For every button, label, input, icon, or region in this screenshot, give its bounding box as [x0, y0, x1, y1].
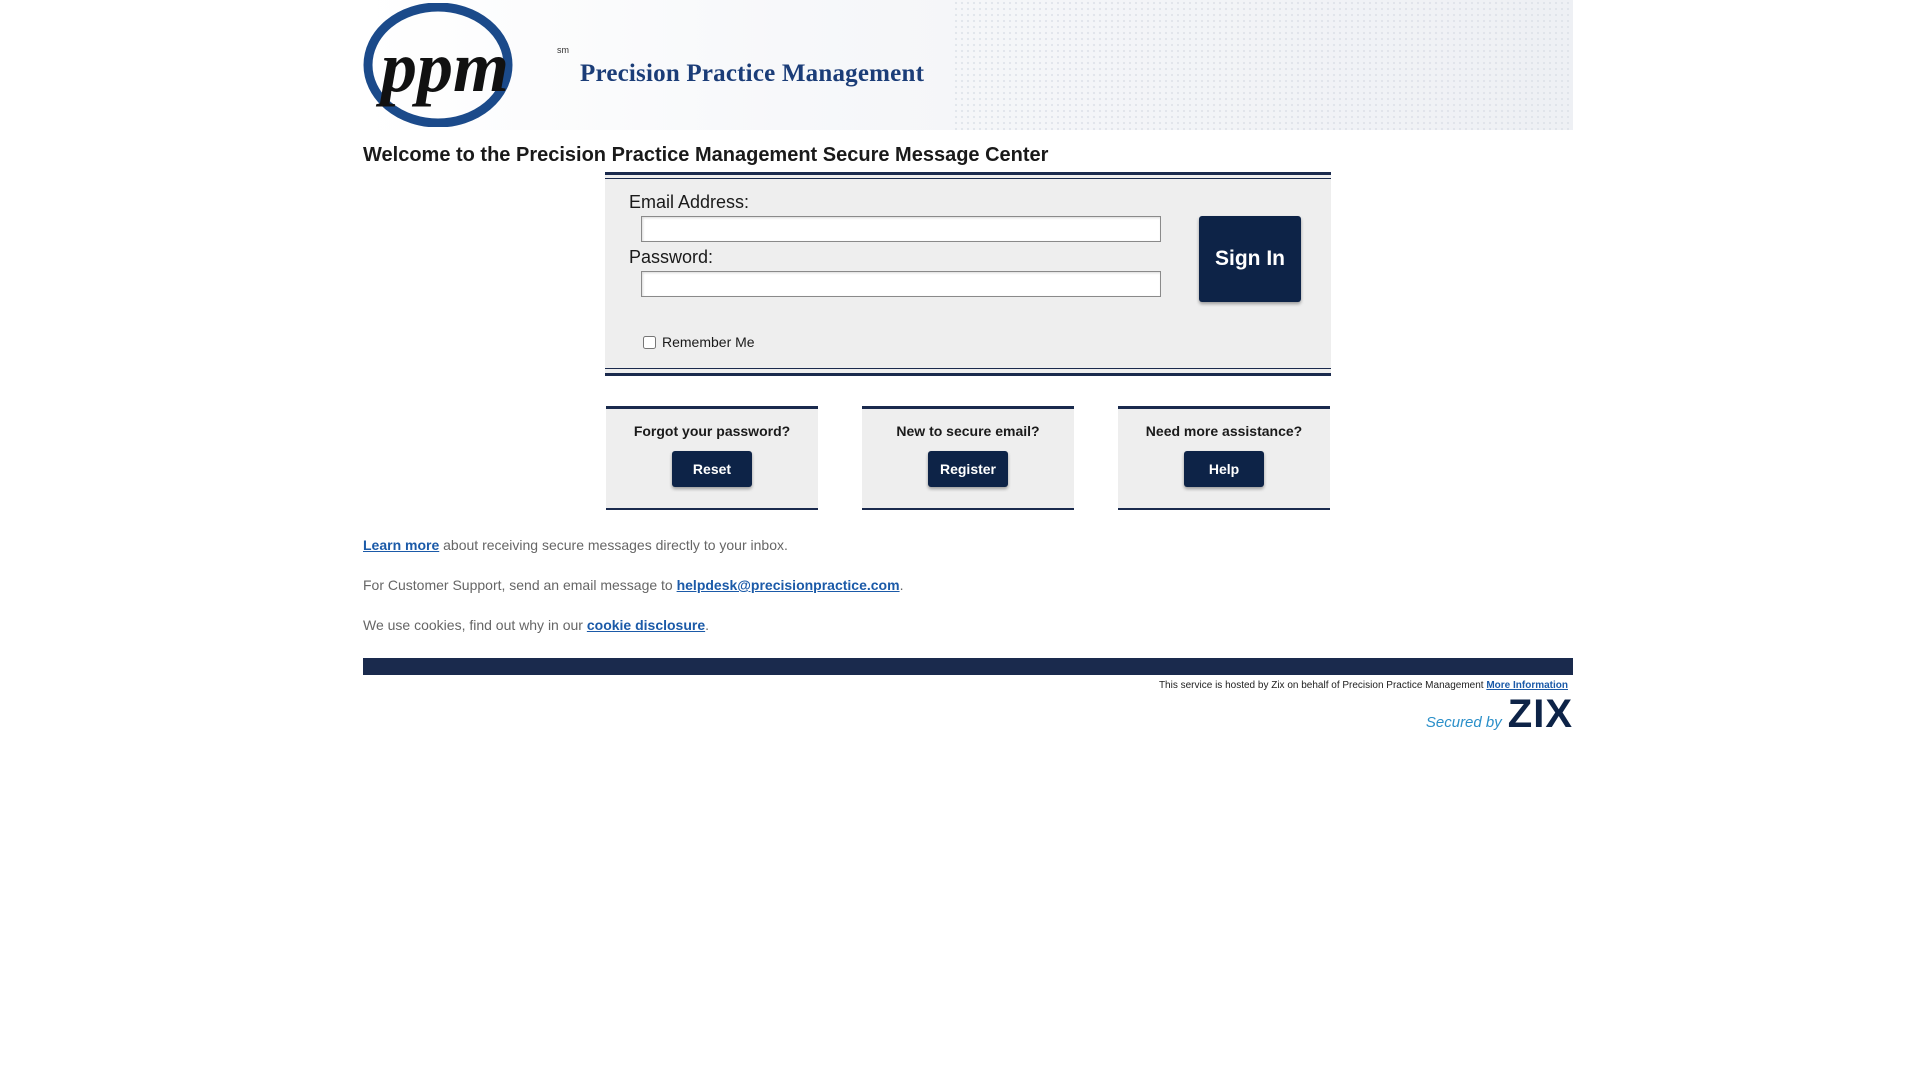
- support-text: For Customer Support, send an email mess…: [363, 577, 677, 593]
- learn-more-line: Learn more about receiving secure messag…: [363, 537, 788, 553]
- help-box: Need more assistance? Help: [1118, 406, 1330, 510]
- page-title: Welcome to the Precision Practice Manage…: [363, 144, 1049, 166]
- support-end: .: [899, 577, 904, 593]
- header-banner: ppm sm Precision Practice Management: [363, 0, 1573, 130]
- panel-top-rule-thin: [605, 178, 1331, 179]
- password-field[interactable]: [641, 271, 1161, 297]
- hosted-notice: This service is hosted by Zix on behalf …: [1159, 680, 1568, 691]
- cookie-disclosure-link[interactable]: cookie disclosure: [587, 617, 705, 633]
- learn-more-link[interactable]: Learn more: [363, 537, 439, 553]
- remember-me-row: Remember Me: [643, 334, 755, 350]
- panel-top-rule: [605, 172, 1331, 175]
- secured-by-zix-logo: Secured by ZIX: [1426, 694, 1573, 734]
- page-wrapper: ppm sm Precision Practice Management Wel…: [363, 0, 1573, 734]
- password-label: Password:: [629, 247, 714, 267]
- login-panel: Email Address: Password: Sign In Remembe…: [605, 172, 1331, 376]
- forgot-password-box: Forgot your password? Reset: [606, 406, 818, 510]
- header-pattern: [953, 0, 1573, 130]
- brand-name: Precision Practice Management: [580, 60, 925, 87]
- logo-service-mark: sm: [557, 45, 569, 55]
- register-text: New to secure email?: [896, 423, 1040, 439]
- sign-in-button[interactable]: Sign In: [1199, 216, 1301, 302]
- register-button[interactable]: Register: [928, 451, 1008, 487]
- logo-text: ppm: [375, 27, 509, 107]
- helpdesk-email-link[interactable]: helpdesk@precisionpractice.com: [677, 577, 900, 593]
- cookie-text: We use cookies, find out why in our: [363, 617, 587, 633]
- help-button[interactable]: Help: [1184, 451, 1264, 487]
- support-line: For Customer Support, send an email mess…: [363, 577, 903, 593]
- email-label: Email Address:: [629, 192, 750, 212]
- remember-me-checkbox[interactable]: [643, 335, 656, 349]
- more-information-link[interactable]: More Information: [1486, 680, 1568, 691]
- panel-bottom-rule-thin: [605, 368, 1331, 369]
- reset-button[interactable]: Reset: [672, 451, 752, 487]
- panel-bottom-rule: [605, 373, 1331, 376]
- cookie-line: We use cookies, find out why in our cook…: [363, 617, 709, 633]
- help-text: Need more assistance?: [1145, 423, 1303, 439]
- footer-bar: [363, 658, 1573, 675]
- forgot-password-text: Forgot your password?: [633, 423, 791, 439]
- ppm-logo: ppm sm: [363, 3, 569, 127]
- register-box: New to secure email? Register: [862, 406, 1074, 510]
- zix-wordmark: ZIX: [1507, 692, 1573, 736]
- secured-by-text: Secured by: [1425, 714, 1502, 731]
- remember-me-label: Remember Me: [662, 334, 755, 350]
- email-field[interactable]: [641, 216, 1161, 242]
- cookie-end: .: [705, 617, 710, 633]
- learn-more-text: about receiving secure messages directly…: [439, 537, 788, 553]
- hosted-text: This service is hosted by Zix on behalf …: [1158, 680, 1487, 691]
